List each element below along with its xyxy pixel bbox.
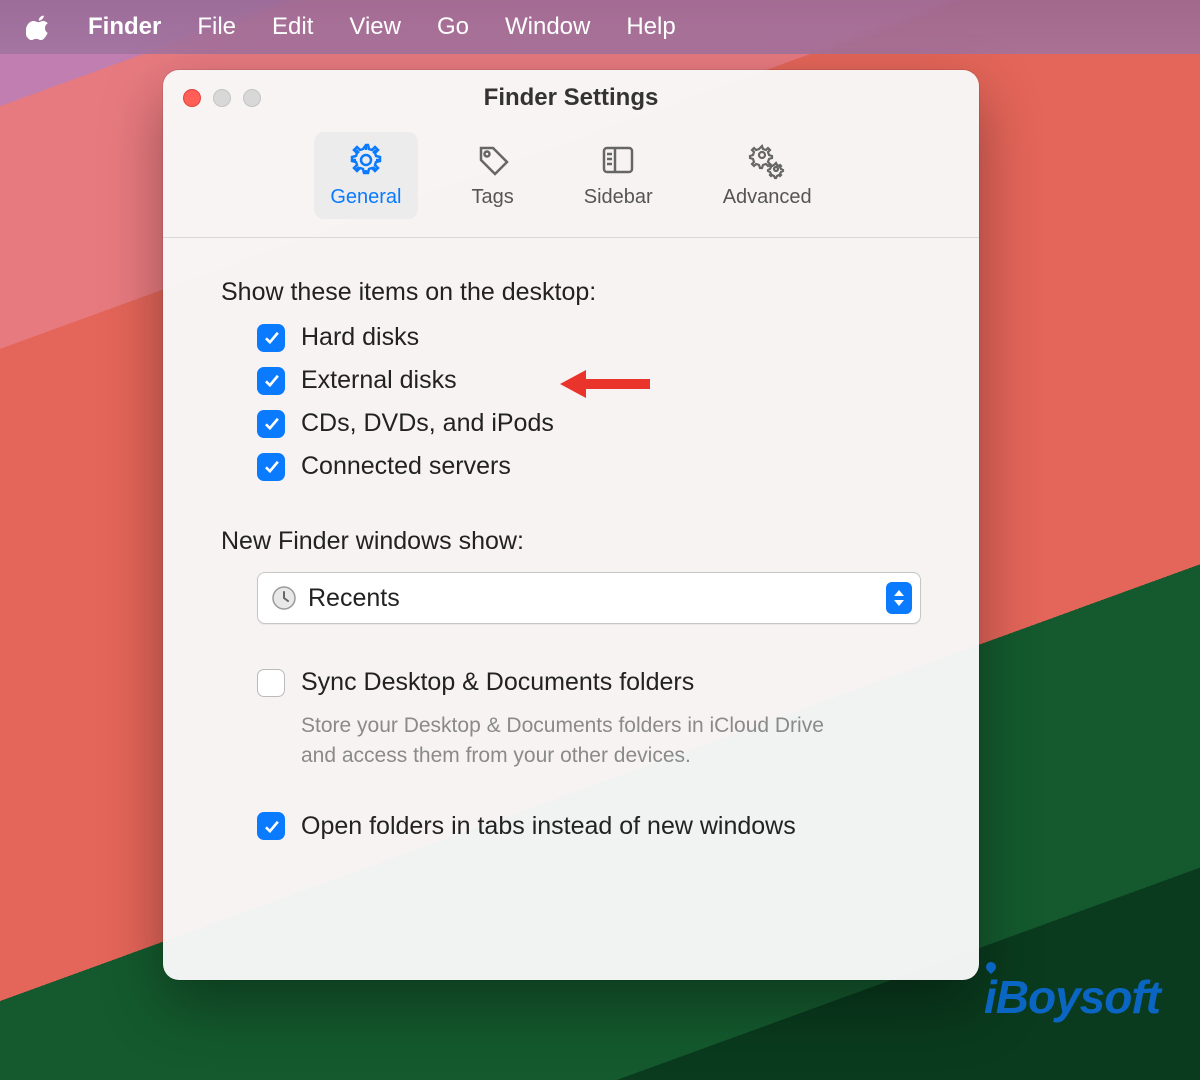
tab-general[interactable]: General: [314, 132, 417, 219]
menu-edit[interactable]: Edit: [272, 13, 313, 41]
checkbox-cds-dvds-ipods-row: CDs, DVDs, and iPods: [257, 409, 921, 438]
settings-content: Show these items on the desktop: Hard di…: [163, 238, 979, 861]
tab-advanced[interactable]: Advanced: [707, 132, 828, 219]
menu-go[interactable]: Go: [437, 13, 469, 41]
menu-help[interactable]: Help: [626, 13, 675, 41]
finder-settings-window: Finder Settings General Tags Sidebar: [163, 70, 979, 980]
menu-window[interactable]: Window: [505, 13, 590, 41]
traffic-lights: [163, 89, 261, 107]
close-button[interactable]: [183, 89, 201, 107]
gears-icon: [747, 140, 787, 180]
popup-arrows-icon: [886, 582, 912, 614]
window-titlebar[interactable]: Finder Settings: [163, 70, 979, 126]
apple-logo-icon[interactable]: [26, 14, 52, 40]
checkbox-connected-servers[interactable]: [257, 453, 285, 481]
checkbox-connected-servers-row: Connected servers: [257, 452, 921, 481]
minimize-button[interactable]: [213, 89, 231, 107]
checkbox-hard-disks[interactable]: [257, 324, 285, 352]
show-on-desktop-title: Show these items on the desktop:: [221, 278, 921, 307]
checkbox-hard-disks-row: Hard disks: [257, 323, 921, 352]
checkbox-cds-dvds-ipods[interactable]: [257, 410, 285, 438]
tab-label: General: [330, 186, 401, 209]
menu-file[interactable]: File: [197, 13, 236, 41]
checkbox-sync-desktop-documents[interactable]: [257, 669, 285, 697]
checkbox-external-disks[interactable]: [257, 367, 285, 395]
checkbox-label: Connected servers: [301, 452, 511, 481]
tab-label: Advanced: [723, 186, 812, 209]
checkbox-open-in-tabs[interactable]: [257, 812, 285, 840]
menubar-app-name[interactable]: Finder: [88, 13, 161, 41]
tab-label: Sidebar: [584, 186, 653, 209]
gear-icon: [346, 140, 386, 180]
zoom-button[interactable]: [243, 89, 261, 107]
checkbox-label: Sync Desktop & Documents folders: [301, 668, 694, 697]
menu-view[interactable]: View: [349, 13, 401, 41]
sidebar-icon: [598, 140, 638, 180]
checkbox-label: External disks: [301, 366, 457, 395]
checkbox-label: CDs, DVDs, and iPods: [301, 409, 554, 438]
checkbox-label: Open folders in tabs instead of new wind…: [301, 812, 796, 841]
tab-sidebar[interactable]: Sidebar: [568, 132, 669, 219]
tab-tags[interactable]: Tags: [456, 132, 530, 219]
recents-icon: [270, 584, 298, 612]
new-windows-title: New Finder windows show:: [221, 527, 921, 556]
watermark: iBoysoft: [984, 970, 1160, 1024]
tab-label: Tags: [472, 186, 514, 209]
settings-tabbar: General Tags Sidebar Advanced: [163, 126, 979, 238]
checkbox-sync-row: Sync Desktop & Documents folders: [221, 668, 921, 697]
checkbox-open-tabs-row: Open folders in tabs instead of new wind…: [221, 812, 921, 841]
window-title: Finder Settings: [163, 84, 979, 112]
macos-menubar: Finder File Edit View Go Window Help: [0, 0, 1200, 54]
new-windows-popup[interactable]: Recents: [257, 572, 921, 624]
popup-value: Recents: [308, 584, 876, 613]
checkbox-label: Hard disks: [301, 323, 419, 352]
sync-description: Store your Desktop & Documents folders i…: [221, 697, 861, 772]
annotation-arrow-icon: [560, 364, 652, 404]
tag-icon: [473, 140, 513, 180]
